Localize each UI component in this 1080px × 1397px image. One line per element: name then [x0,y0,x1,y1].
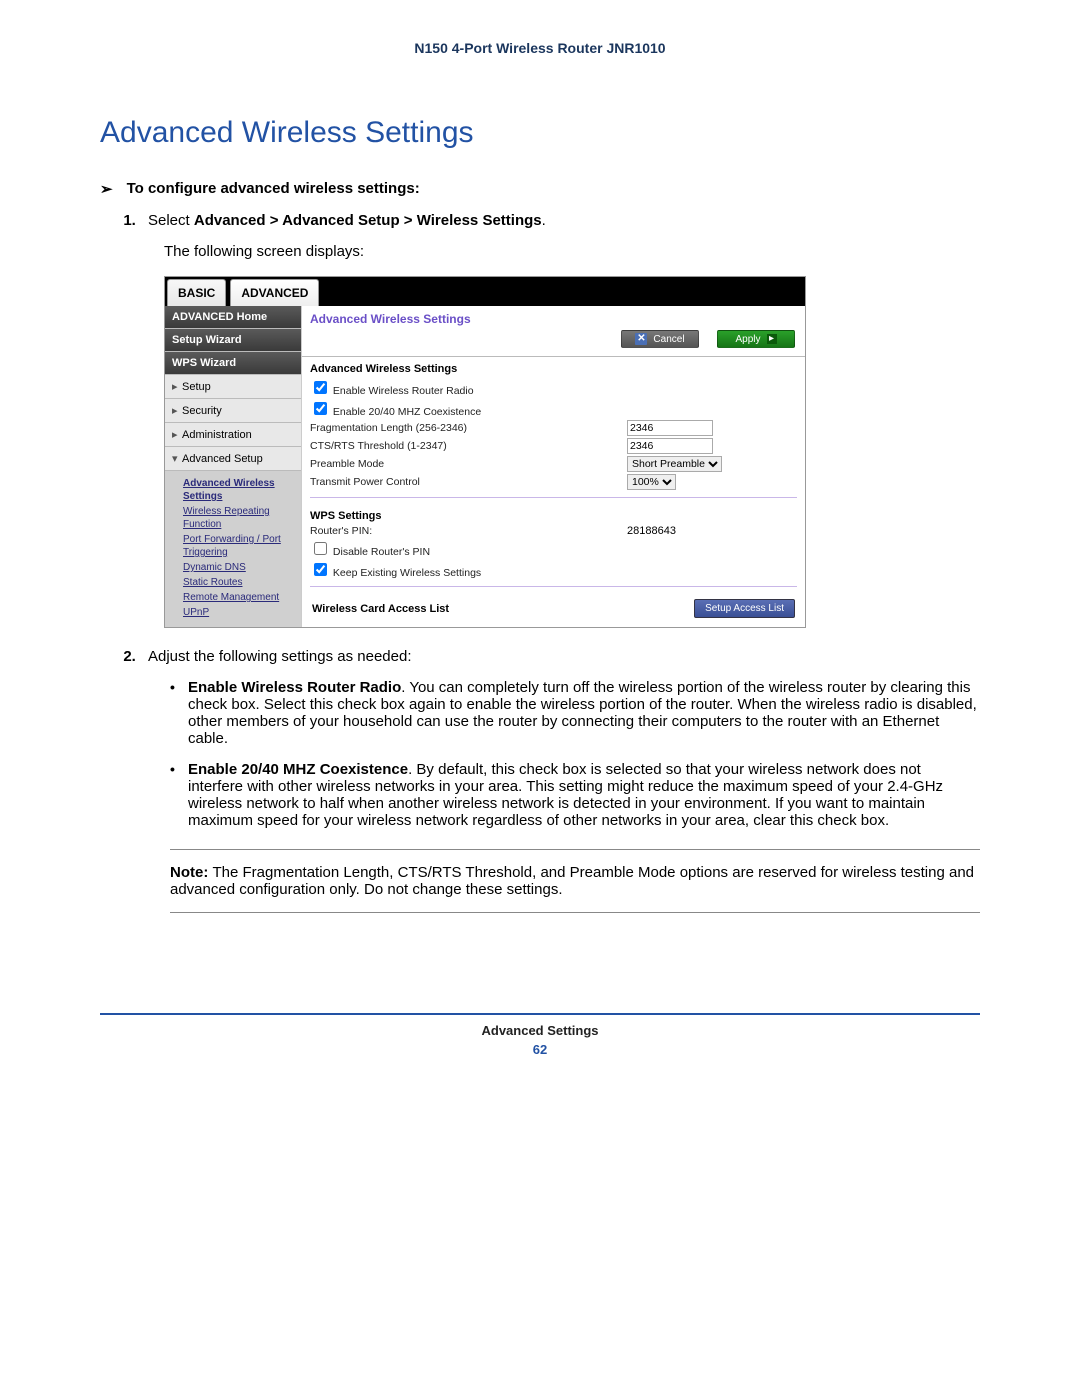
close-icon: ✕ [635,333,647,345]
sidebar-submenu: Advanced Wireless Settings Wireless Repe… [165,471,301,627]
sidebar-item-setup[interactable]: ▸Setup [165,375,301,399]
disable-routers-pin-checkbox[interactable] [314,542,327,555]
bullet-enable-wireless-router-radio: Enable Wireless Router Radio. You can co… [170,679,980,747]
cts-rts-threshold-label: CTS/RTS Threshold (1-2347) [310,440,627,452]
page-number: 62 [100,1042,980,1057]
tab-basic[interactable]: BASIC [167,279,226,306]
sidebar: ADVANCED Home Setup Wizard WPS Wizard ▸S… [165,306,301,627]
doc-header: N150 4-Port Wireless Router JNR1010 [100,40,980,56]
play-icon: ▸ [767,334,777,344]
triangle-down-icon: ▾ [172,452,182,465]
sidebar-item-security[interactable]: ▸Security [165,399,301,423]
bullet-enable-2040-coexistence: Enable 20/40 MHZ Coexistence. By default… [170,761,980,829]
cts-rts-threshold-input[interactable] [627,438,713,454]
step-2: Adjust the following settings as needed: [140,648,980,665]
fragmentation-length-input[interactable] [627,420,713,436]
sidebar-item-wps-wizard[interactable]: WPS Wizard [165,352,301,375]
routers-pin-value: 28188643 [627,525,797,537]
enable-router-radio-checkbox[interactable] [314,381,327,394]
tab-bar: BASIC ADVANCED [165,277,805,306]
routers-pin-label: Router's PIN: [310,525,627,537]
section-wireless-card-access-list: Wireless Card Access List [312,603,449,615]
sidebar-item-advanced-setup[interactable]: ▾Advanced Setup [165,447,301,471]
section-wps-settings: WPS Settings [302,504,805,524]
submenu-remote-management[interactable]: Remote Management [183,591,297,604]
submenu-static-routes[interactable]: Static Routes [183,576,297,589]
content-title: Advanced Wireless Settings [302,306,805,326]
triangle-right-icon: ▸ [172,428,182,441]
cancel-button[interactable]: ✕ Cancel [621,330,699,348]
note: Note: The Fragmentation Length, CTS/RTS … [170,864,980,898]
submenu-upnp[interactable]: UPnP [183,606,297,619]
submenu-advanced-wireless-settings[interactable]: Advanced Wireless Settings [183,477,297,503]
enable-2040-coexistence-checkbox[interactable] [314,402,327,415]
submenu-dynamic-dns[interactable]: Dynamic DNS [183,561,297,574]
sidebar-item-advanced-home[interactable]: ADVANCED Home [165,306,301,329]
page-title: Advanced Wireless Settings [100,116,980,150]
triangle-right-icon: ▸ [172,404,182,417]
submenu-wireless-repeating-function[interactable]: Wireless Repeating Function [183,505,297,531]
triangle-right-icon: ▸ [172,380,182,393]
keep-existing-settings-checkbox[interactable] [314,563,327,576]
tab-advanced[interactable]: ADVANCED [230,279,319,306]
transmit-power-control-label: Transmit Power Control [310,476,627,488]
step1-followup: The following screen displays: [164,243,980,260]
sidebar-item-setup-wizard[interactable]: Setup Wizard [165,329,301,352]
procedure-heading: To configure advanced wireless settings: [127,180,420,198]
setup-access-list-button[interactable]: Setup Access List [694,599,795,618]
screenshot: BASIC ADVANCED ADVANCED Home Setup Wizar… [164,276,806,628]
content-pane: Advanced Wireless Settings ✕ Cancel Appl… [301,306,805,627]
apply-button[interactable]: Apply ▸ [717,330,795,348]
transmit-power-control-select[interactable]: 100% [627,474,676,490]
step-1: Select Advanced > Advanced Setup > Wirel… [140,212,980,229]
sidebar-item-administration[interactable]: ▸Administration [165,423,301,447]
section-advanced-wireless-settings: Advanced Wireless Settings [302,357,805,377]
preamble-mode-select[interactable]: Short Preamble [627,456,722,472]
submenu-port-forwarding-triggering[interactable]: Port Forwarding / Port Triggering [183,533,297,559]
fragmentation-length-label: Fragmentation Length (256-2346) [310,422,627,434]
footer-section-title: Advanced Settings [100,1023,980,1038]
triangle-arrow-icon: ➢ [100,180,113,198]
preamble-mode-label: Preamble Mode [310,458,627,470]
